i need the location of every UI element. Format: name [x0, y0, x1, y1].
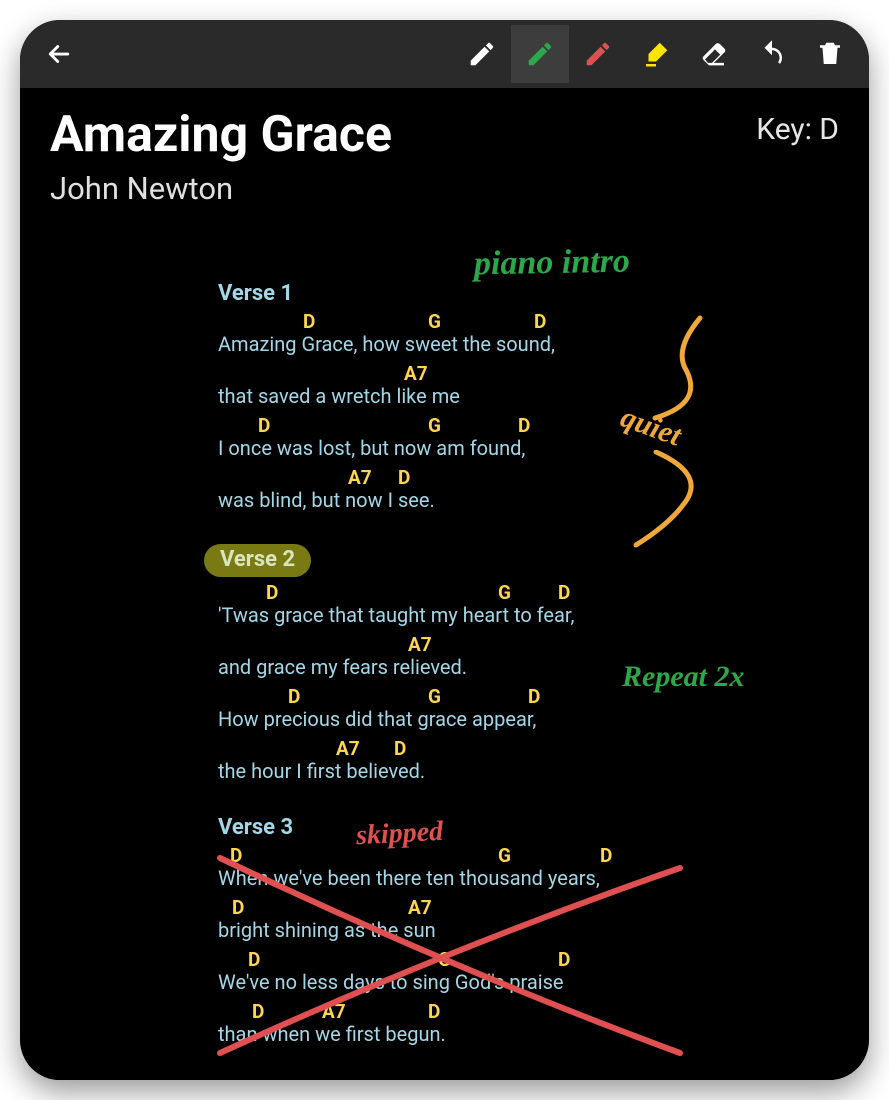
pencil-icon: [583, 39, 613, 69]
chord: D: [398, 466, 410, 489]
chord: D: [394, 737, 406, 760]
lyric-line: D G DI once was lost, but now am found,: [218, 414, 839, 460]
lyric-text: the hour I first believed.: [218, 759, 839, 783]
chord: G: [498, 844, 511, 867]
chord: A7: [322, 1000, 346, 1023]
chord-row: DGD: [218, 414, 839, 436]
song-header: Amazing Grace John Newton Key: D: [50, 110, 839, 207]
chord: A7: [336, 737, 360, 760]
undo-button[interactable]: [743, 25, 801, 83]
lyric-text: and grace my fears relieved.: [218, 655, 839, 679]
pen-red-button[interactable]: [569, 25, 627, 83]
lyric-text: I once was lost, but now am found,: [218, 436, 839, 460]
lyric-line: D A7bright shining as the sun: [218, 896, 839, 942]
chord: G: [428, 685, 441, 708]
lyric-line: D G DHow precious did that grace appear,: [218, 685, 839, 731]
chord: G: [438, 948, 451, 971]
section-heading: Verse 3: [218, 815, 293, 840]
chord-row: DGD: [218, 844, 839, 866]
highlighter-button[interactable]: [627, 25, 685, 83]
lyric-text: that saved a wretch like me: [218, 384, 839, 408]
chord: D: [248, 948, 260, 971]
chord: D: [232, 896, 244, 919]
lyric-line: A7that saved a wretch like me: [218, 362, 839, 408]
eraser-button[interactable]: [685, 25, 743, 83]
chord-row: A7: [218, 362, 839, 384]
eraser-icon: [699, 39, 729, 69]
chord: D: [600, 844, 612, 867]
lyric-line: D G DWe've no less days to sing God's prai…: [218, 948, 839, 994]
chord: G: [498, 581, 511, 604]
lyric-text: bright shining as the sun: [218, 918, 839, 942]
lyric-line: A7and grace my fears relieved.: [218, 633, 839, 679]
lyric-line: A7 Dwas blind, but now I see.: [218, 466, 839, 512]
chord-row: A7 D: [218, 466, 839, 488]
chord: D: [288, 685, 300, 708]
pen-green-button[interactable]: [511, 25, 569, 83]
lyric-text: How precious did that grace appear,: [218, 707, 839, 731]
chord: A7: [404, 362, 428, 385]
delete-button[interactable]: [801, 25, 859, 83]
lyric-text: Amazing Grace, how sweet the sound,: [218, 332, 839, 356]
section-heading: Verse 1: [218, 281, 293, 306]
chord: A7: [408, 633, 432, 656]
chord-row: A7: [218, 633, 839, 655]
chord: D: [558, 581, 570, 604]
annotation-toolbar: [20, 20, 869, 88]
section-heading: Verse 2: [204, 544, 311, 577]
chord-row: DGD: [218, 581, 839, 603]
back-button[interactable]: [30, 25, 88, 83]
back-arrow-icon: [44, 39, 74, 69]
lyric-line: D G DWhen we've been there ten thousand ye…: [218, 844, 839, 890]
lyric-line: D G D'Twas grace that taught my heart to f…: [218, 581, 839, 627]
chord: G: [428, 310, 441, 333]
chord: D: [534, 310, 546, 333]
chord-row: DGD: [218, 948, 839, 970]
chord: D: [558, 948, 570, 971]
app-screen: Amazing Grace John Newton Key: D Verse 1…: [20, 20, 869, 1080]
chord-row: A7 D: [218, 737, 839, 759]
lyric-text: than when we first begun.: [218, 1022, 839, 1046]
chord-row: DGD: [218, 310, 839, 332]
chord-row: D A7 D: [218, 1000, 839, 1022]
lyrics-sections: Verse 1DGDAmazing Grace, how sweet the s…: [50, 255, 839, 1080]
chord: G: [428, 414, 441, 437]
song-content[interactable]: Amazing Grace John Newton Key: D Verse 1…: [20, 88, 869, 1080]
pencil-icon: [467, 39, 497, 69]
highlighter-icon: [641, 39, 671, 69]
chord: D: [428, 1000, 440, 1023]
undo-icon: [757, 39, 787, 69]
chord: D: [258, 414, 270, 437]
song-artist: John Newton: [50, 170, 392, 207]
chord: A7: [348, 466, 372, 489]
chord: A7: [408, 896, 432, 919]
lyric-line: D A7 Dthan when we first begun.: [218, 1000, 839, 1046]
song-key: Key: D: [756, 110, 839, 147]
lyric-text: When we've been there ten thousand years…: [218, 866, 839, 890]
lyric-line: D G DAmazing Grace, how sweet the sound,: [218, 310, 839, 356]
lyric-text: was blind, but now I see.: [218, 488, 839, 512]
chord: D: [266, 581, 278, 604]
lyric-text: We've no less days to sing God's praise: [218, 970, 839, 994]
chord: D: [528, 685, 540, 708]
chord: D: [518, 414, 530, 437]
pencil-icon: [525, 39, 555, 69]
chord: D: [303, 310, 315, 333]
chord: D: [230, 844, 242, 867]
chord-row: DGD: [218, 685, 839, 707]
pen-white-button[interactable]: [453, 25, 511, 83]
chord: D: [252, 1000, 264, 1023]
chord-row: D A7: [218, 896, 839, 918]
song-title: Amazing Grace: [50, 110, 392, 160]
lyric-text: 'Twas grace that taught my heart to fear…: [218, 603, 839, 627]
trash-icon: [815, 39, 845, 69]
lyric-line: A7 Dthe hour I first believed.: [218, 737, 839, 783]
